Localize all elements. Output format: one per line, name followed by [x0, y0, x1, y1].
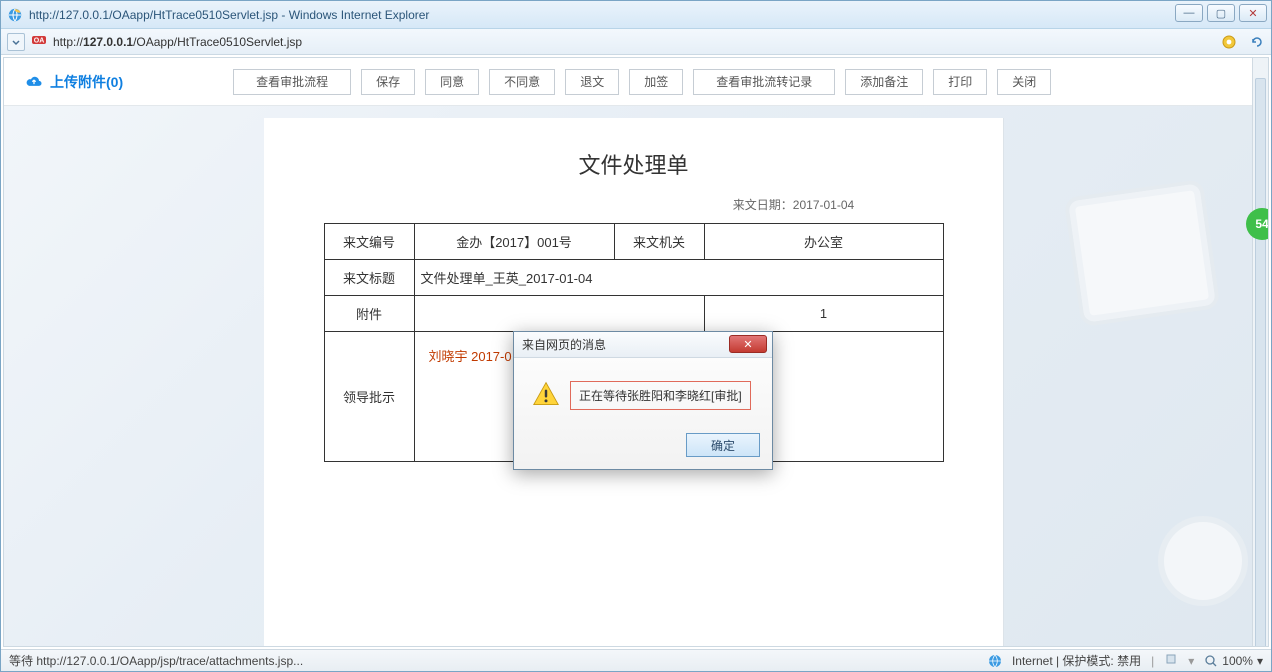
warning-icon: [532, 380, 560, 411]
table-row: 附件 1: [324, 296, 943, 332]
doc-org-value: 办公室: [704, 224, 943, 260]
view-history-button[interactable]: 查看审批流转记录: [693, 69, 835, 95]
page-viewport: 上传附件(0) 查看审批流程 保存 同意 不同意 退文 加签 查看审批流转记录 …: [3, 57, 1269, 647]
table-row: 来文标题 文件处理单_王英_2017-01-04: [324, 260, 943, 296]
dialog-message: 正在等待张胜阳和李晓红[审批]: [570, 381, 751, 410]
address-bar: OA http://127.0.0.1/OAapp/HtTrace0510Ser…: [1, 29, 1271, 55]
decorative-calculator: [1064, 179, 1221, 327]
refresh-icon[interactable]: [1249, 34, 1265, 50]
close-page-button[interactable]: 关闭: [997, 69, 1051, 95]
vertical-scrollbar[interactable]: 54: [1252, 58, 1268, 646]
dialog-title-text: 来自网页的消息: [522, 336, 606, 353]
disagree-button[interactable]: 不同意: [489, 69, 555, 95]
upload-label: 上传附件(0): [50, 72, 123, 92]
return-button[interactable]: 退文: [565, 69, 619, 95]
addsign-button[interactable]: 加签: [629, 69, 683, 95]
dialog-titlebar: 来自网页的消息 ✕: [514, 332, 772, 358]
document-title: 文件处理单: [284, 148, 983, 180]
window-titlebar: http://127.0.0.1/OAapp/HtTrace0510Servle…: [1, 1, 1271, 29]
doc-org-label: 来文机关: [614, 224, 704, 260]
window-maximize-button[interactable]: ▢: [1207, 4, 1235, 22]
attachment-label: 附件: [324, 296, 414, 332]
ie-window: http://127.0.0.1/OAapp/HtTrace0510Servle…: [0, 0, 1272, 672]
nav-dropdown-button[interactable]: [7, 33, 25, 51]
save-button[interactable]: 保存: [361, 69, 415, 95]
upload-attachment-link[interactable]: 上传附件(0): [24, 70, 123, 93]
favicon: OA: [31, 32, 47, 51]
add-note-button[interactable]: 添加备注: [845, 69, 923, 95]
doc-number-label: 来文编号: [324, 224, 414, 260]
dialog-footer: 确定: [514, 425, 772, 469]
scrollbar-thumb[interactable]: [1255, 78, 1266, 647]
svg-text:OA: OA: [34, 38, 45, 45]
decorative-cup: [1158, 516, 1248, 606]
cloud-upload-icon: [24, 70, 44, 93]
dialog-close-button[interactable]: ✕: [729, 335, 767, 353]
window-close-button[interactable]: ✕: [1239, 4, 1267, 22]
attachment-count: 1: [704, 296, 943, 332]
zoom-level: 100%: [1222, 654, 1253, 668]
window-title: http://127.0.0.1/OAapp/HtTrace0510Servle…: [29, 8, 429, 22]
compat-view-icon[interactable]: [1221, 34, 1237, 50]
dialog-body: 正在等待张胜阳和李晓红[审批]: [514, 358, 772, 425]
url-text[interactable]: http://127.0.0.1/OAapp/HtTrace0510Servle…: [53, 35, 302, 49]
dialog-ok-button[interactable]: 确定: [686, 433, 760, 457]
ie-icon: [7, 7, 23, 23]
doc-title-value: 文件处理单_王英_2017-01-04: [414, 260, 943, 296]
approval-label: 领导批示: [324, 332, 414, 462]
top-toolbar: 上传附件(0) 查看审批流程 保存 同意 不同意 退文 加签 查看审批流转记录 …: [4, 58, 1252, 106]
status-text: 等待 http://127.0.0.1/OAapp/jsp/trace/atta…: [9, 652, 303, 669]
document-date: 来文日期：2017-01-04: [604, 196, 983, 213]
print-button[interactable]: 打印: [933, 69, 987, 95]
globe-icon: [988, 654, 1002, 668]
view-flow-button[interactable]: 查看审批流程: [233, 69, 351, 95]
doc-number-value: 金办【2017】001号: [414, 224, 614, 260]
status-bar: 等待 http://127.0.0.1/OAapp/jsp/trace/atta…: [1, 649, 1271, 671]
attachment-link-cell[interactable]: [414, 296, 704, 332]
security-zone-text: Internet | 保护模式: 禁用: [1012, 652, 1141, 669]
agree-button[interactable]: 同意: [425, 69, 479, 95]
zoom-control[interactable]: 100% ▾: [1204, 654, 1263, 668]
table-row: 来文编号 金办【2017】001号 来文机关 办公室: [324, 224, 943, 260]
alert-dialog: 来自网页的消息 ✕ 正在等待张胜阳和李晓红[审批] 确定: [513, 331, 773, 470]
window-minimize-button[interactable]: —: [1175, 4, 1203, 22]
doc-title-label: 来文标题: [324, 260, 414, 296]
protected-mode-icon: [1164, 652, 1178, 669]
magnifier-icon: [1204, 654, 1218, 668]
window-controls: — ▢ ✕: [1175, 4, 1267, 22]
